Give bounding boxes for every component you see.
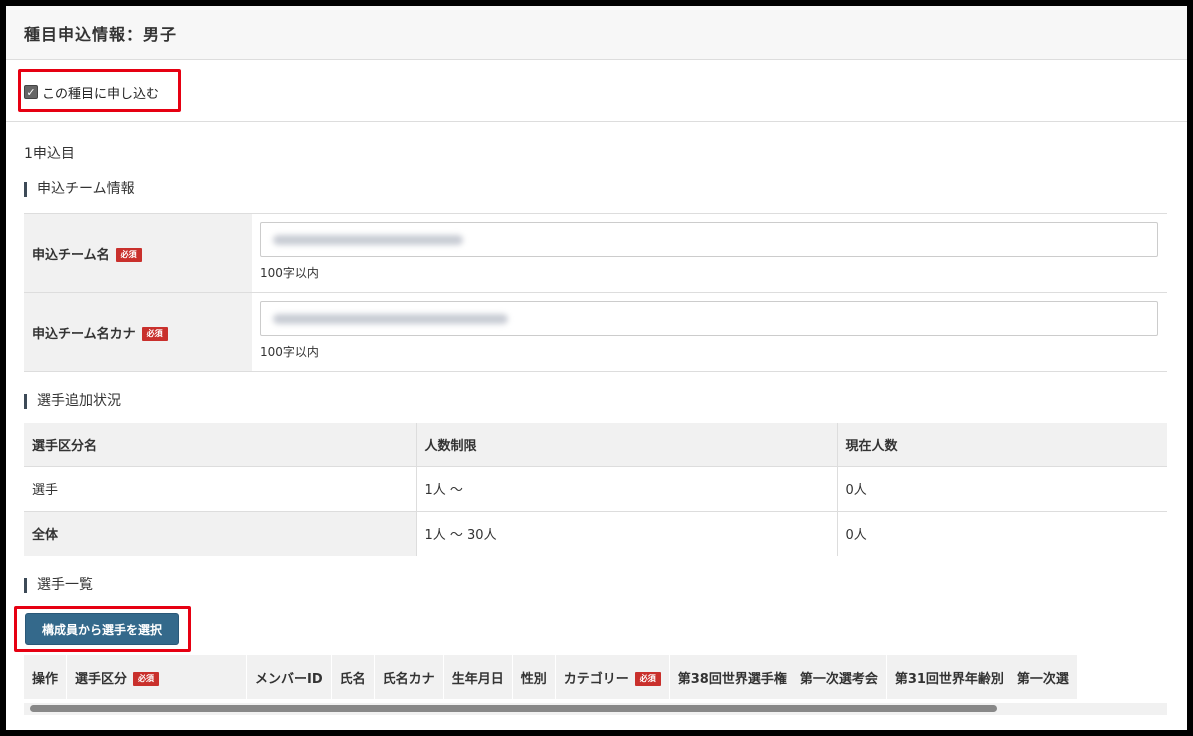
entry-number: 1申込目 [24, 146, 75, 162]
redacted-value [273, 235, 463, 245]
panel-header: 種目申込情報：男子 [6, 6, 1187, 60]
scrollbar-thumb[interactable] [30, 705, 997, 712]
horizontal-scrollbar[interactable] [24, 703, 1167, 715]
team-kana-label: 申込チーム名カナ [32, 326, 136, 342]
required-badge: 必須 [634, 672, 661, 686]
team-kana-label-cell: 申込チーム名カナ 必須 [24, 292, 252, 372]
player-section-title: 選手一覧 [24, 578, 1175, 593]
player-status-table: 選手区分名 人数制限 現在人数 選手 1人 〜 0人 全体 1人 〜 30人 0… [24, 423, 1167, 556]
required-badge: 必須 [133, 672, 160, 686]
player-header-category-cell: 選手区分 必須 [66, 655, 248, 699]
player-header-cell: 氏名カナ [374, 655, 444, 699]
status-header-cell: 現在人数 [837, 423, 1167, 466]
player-header-cell: 氏名 [331, 655, 375, 699]
required-badge: 必須 [141, 327, 168, 341]
player-header-cell: 第38回世界選手権 第一次選考会 [669, 655, 887, 699]
team-section-title: 申込チーム情報 [24, 182, 1175, 197]
status-cell: 1人 〜 [416, 465, 838, 511]
player-header-label: カテゴリー [563, 671, 629, 687]
player-header-cell: 生年月日 [443, 655, 513, 699]
apply-checkbox-label[interactable]: この種目に申し込む [42, 83, 159, 102]
team-form-table: 申込チーム名 必須 100字以内 申込チーム名カナ 必須 100字以内 [24, 213, 1167, 372]
status-cell: 1人 〜 30人 [416, 510, 838, 556]
team-name-row: 申込チーム名 必須 100字以内 [24, 213, 1167, 293]
player-header-cell: メンバーID [246, 655, 332, 699]
team-name-hint: 100字以内 [260, 266, 319, 280]
status-cell: 全体 [24, 510, 417, 556]
apply-checkbox-row: ✓ この種目に申し込む [6, 60, 1187, 122]
status-cell: 選手 [24, 465, 417, 511]
required-badge: 必須 [115, 248, 142, 262]
status-row: 選手 1人 〜 0人 [24, 465, 1167, 511]
team-name-input[interactable] [260, 222, 1158, 257]
status-cell: 0人 [837, 510, 1167, 556]
team-name-cell: 100字以内 [252, 213, 1167, 293]
player-header-cell: 性別 [512, 655, 556, 699]
player-table: 操作 選手区分 必須 メンバーID 氏名 氏名カナ 生年月日 性別 カテゴリー 必須… [24, 655, 1078, 699]
status-header-row: 選手区分名 人数制限 現在人数 [24, 423, 1167, 466]
status-header-cell: 選手区分名 [24, 423, 417, 466]
player-header-cell: 操作 [24, 655, 68, 699]
status-cell: 0人 [837, 465, 1167, 511]
apply-checkbox[interactable]: ✓ [24, 85, 38, 99]
team-kana-cell: 100字以内 [252, 292, 1167, 372]
select-players-button[interactable]: 構成員から選手を選択 [25, 613, 179, 645]
team-kana-hint: 100字以内 [260, 345, 319, 359]
team-name-label: 申込チーム名 [32, 247, 110, 263]
team-kana-input[interactable] [260, 301, 1158, 336]
status-header-cell: 人数制限 [416, 423, 838, 466]
player-header-row: 操作 選手区分 必須 メンバーID 氏名 氏名カナ 生年月日 性別 カテゴリー 必須… [24, 655, 1078, 699]
entry-form-panel: 種目申込情報：男子 ✓ この種目に申し込む 1申込目 申込チーム情報 申込チーム… [6, 6, 1187, 730]
status-total-row: 全体 1人 〜 30人 0人 [24, 510, 1167, 556]
player-header-category-cell: カテゴリー 必須 [555, 655, 670, 699]
player-header-label: 選手区分 [75, 671, 128, 687]
team-kana-row: 申込チーム名カナ 必須 100字以内 [24, 292, 1167, 372]
status-section-title: 選手追加状況 [24, 394, 1175, 409]
redacted-value [273, 314, 508, 324]
team-name-label-cell: 申込チーム名 必須 [24, 213, 252, 293]
panel-title: 種目申込情報：男子 [24, 24, 178, 44]
player-header-cell: 第31回世界年齢別 第一次選 [886, 655, 1078, 699]
